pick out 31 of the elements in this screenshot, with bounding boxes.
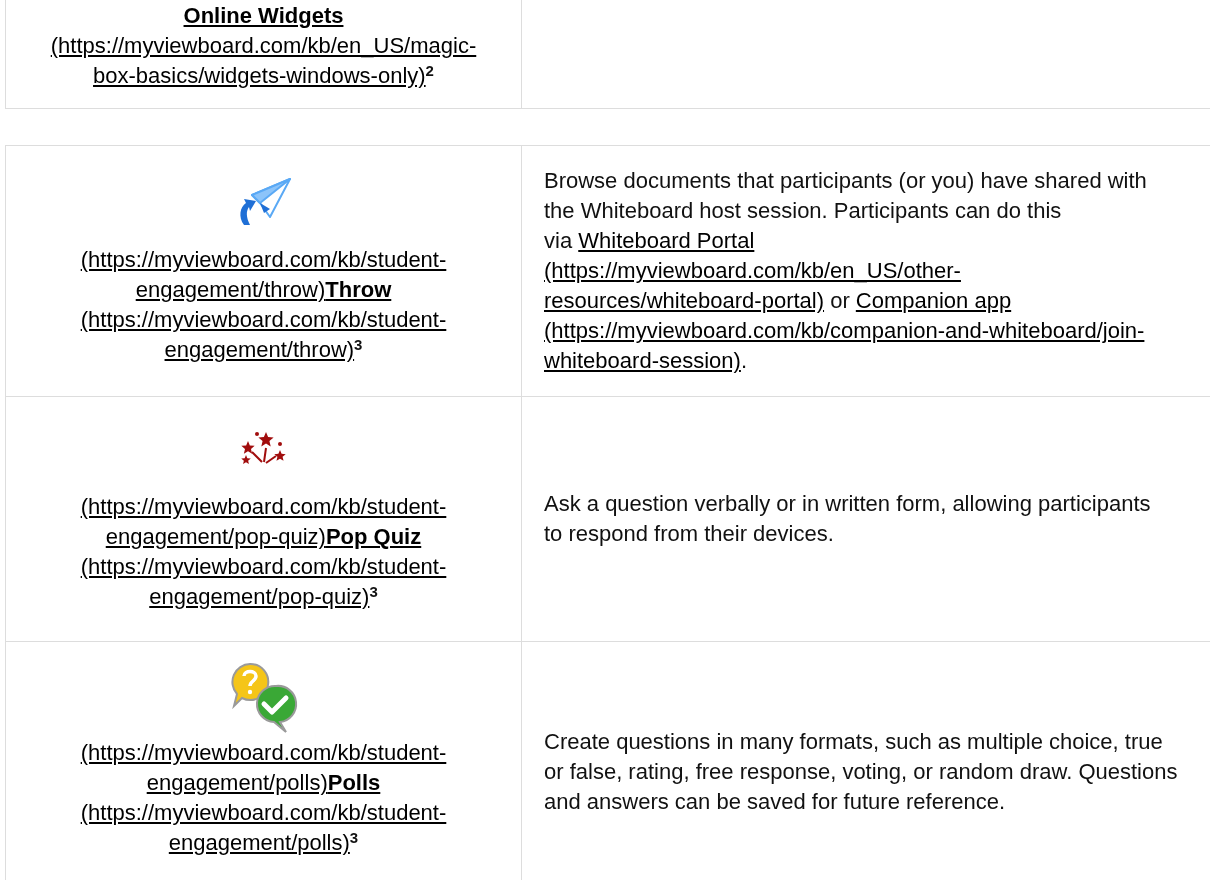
link[interactable]: (https://myviewboard.com/kb/student- (80, 554, 447, 579)
link[interactable]: engagement/polls) (146, 770, 328, 795)
link[interactable]: (https://myviewboard.com/kb/student- (80, 247, 447, 272)
link[interactable]: engagement/throw) (135, 277, 326, 302)
footnote-mark: 3 (369, 582, 378, 600)
link[interactable]: whiteboard-session) (544, 348, 741, 373)
title-link[interactable]: Online Widgets (183, 3, 344, 28)
footnote-mark: 3 (354, 335, 363, 353)
footnote-mark: 2 (425, 61, 434, 79)
link[interactable]: (https://myviewboard.com/kb/companion-and-whiteboard/join- (544, 318, 1145, 343)
title-link[interactable]: Polls (327, 770, 381, 795)
link[interactable]: (https://myviewboard.com/kb/en_US/other- (544, 258, 961, 283)
link[interactable]: resources/whiteboard-portal) (544, 288, 825, 313)
link[interactable]: Companion app (855, 288, 1012, 313)
title-link[interactable]: Throw (325, 277, 392, 302)
description-text: Ask a question verbally or in written form, allowing participants to respond from their devices. (544, 490, 1151, 548)
link[interactable]: engagement/throw) (164, 337, 355, 362)
title-link[interactable]: Pop Quiz (325, 524, 422, 549)
link[interactable]: engagement/pop-quiz) (105, 524, 326, 549)
link[interactable]: box-basics/widgets-windows-only) (93, 63, 426, 88)
link[interactable]: (https://myviewboard.com/kb/student- (80, 307, 447, 332)
link[interactable]: Whiteboard Portal (578, 228, 755, 253)
link[interactable]: (https://myviewboard.com/kb/student- (80, 494, 447, 519)
link[interactable]: engagement/polls) (168, 830, 350, 855)
footnote-mark: 3 (349, 828, 359, 846)
link[interactable]: engagement/pop-quiz) (149, 584, 370, 609)
description-text: Browse documents that participants (or you) have shared with the Whiteboard host session. Participants can do this via Whiteboard Portal (https://myviewboard.com/kb/en_US/other- resources/whiteboard-portal) or Companion app (https://myviewboard.com/kb/companion-and-whiteboard/join- whiteboard-session). (544, 167, 1147, 375)
link[interactable]: (https://myviewboard.com/kb/student- (80, 740, 447, 765)
link[interactable]: (https://myviewboard.com/kb/student- (80, 800, 447, 825)
link[interactable]: (https://myviewboard.com/kb/en_US/magic- (50, 33, 477, 58)
description-text: Create questions in many formats, such as multiple choice, true or false, rating, free response, voting, or random draw. Questions and answers can be saved for future reference. (544, 728, 1178, 816)
